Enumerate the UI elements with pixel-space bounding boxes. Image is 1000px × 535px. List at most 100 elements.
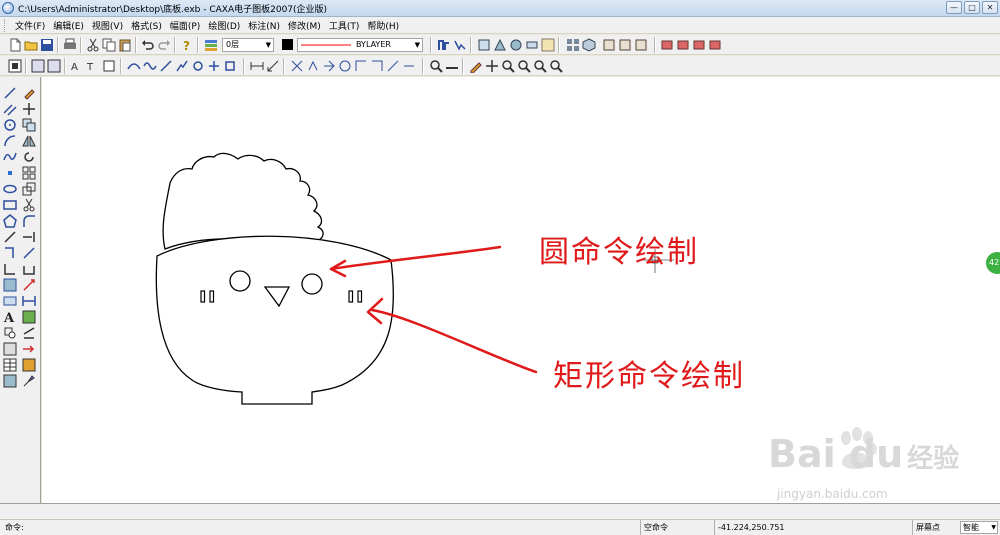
- block-icon[interactable]: [3, 326, 17, 340]
- modify-icon[interactable]: [370, 59, 384, 73]
- curve-icon[interactable]: [175, 59, 189, 73]
- text-icon[interactable]: A: [3, 310, 17, 324]
- insert-icon[interactable]: [3, 342, 17, 356]
- property-icon[interactable]: [22, 358, 36, 372]
- library-icon[interactable]: [566, 38, 580, 52]
- parallel-line-icon[interactable]: [3, 102, 17, 116]
- drawing-tool-icon[interactable]: [509, 38, 523, 52]
- zoom-icon[interactable]: [533, 59, 547, 73]
- linetype-select[interactable]: BYLAYER ▼: [297, 38, 423, 52]
- minimize-button[interactable]: —: [946, 1, 962, 14]
- mirror-icon[interactable]: [22, 134, 36, 148]
- table-icon[interactable]: [3, 358, 17, 372]
- curve-icon[interactable]: [159, 59, 173, 73]
- menu-tools[interactable]: 工具(T): [325, 19, 364, 32]
- maximize-button[interactable]: □: [964, 1, 980, 14]
- modify-icon[interactable]: [386, 59, 400, 73]
- point-icon[interactable]: [3, 166, 17, 180]
- drawing-tool-icon[interactable]: [477, 38, 491, 52]
- redo-icon[interactable]: [157, 38, 171, 52]
- spline-icon[interactable]: [3, 150, 17, 164]
- brush-icon[interactable]: [22, 374, 36, 388]
- menu-sheet[interactable]: 幅面(P): [166, 19, 204, 32]
- drawing-tool-icon[interactable]: [525, 38, 539, 52]
- zoom-icon[interactable]: [429, 59, 443, 73]
- snap-mode-select[interactable]: 智能 ▼: [960, 521, 998, 534]
- cut-icon[interactable]: [86, 38, 100, 52]
- arc-icon[interactable]: [3, 134, 17, 148]
- curve-icon[interactable]: [223, 59, 237, 73]
- curve-icon[interactable]: [143, 59, 157, 73]
- layer-icon[interactable]: [204, 38, 218, 52]
- module-icon[interactable]: [676, 38, 690, 52]
- polygon-icon[interactable]: [3, 214, 17, 228]
- text-style-icon[interactable]: A: [70, 59, 84, 73]
- new-file-icon[interactable]: [8, 38, 22, 52]
- print-icon[interactable]: [63, 38, 77, 52]
- drawing-canvas[interactable]: 圆命令绘制 矩形命令绘制 42 Bai du 经验 jingyan.baidu.c…: [42, 77, 1000, 503]
- rectangle-icon[interactable]: [3, 198, 17, 212]
- ellipse-icon[interactable]: [3, 182, 17, 196]
- curve-icon[interactable]: [207, 59, 221, 73]
- curve-icon[interactable]: [191, 59, 205, 73]
- symbol-icon[interactable]: [602, 38, 616, 52]
- eraser-icon[interactable]: [22, 86, 36, 100]
- zoom-icon[interactable]: [549, 59, 563, 73]
- dimension-icon[interactable]: [250, 59, 264, 73]
- rotate-icon[interactable]: [22, 150, 36, 164]
- break-icon[interactable]: [22, 246, 36, 260]
- pen-icon[interactable]: [469, 59, 483, 73]
- menu-view[interactable]: 视图(V): [88, 19, 127, 32]
- snap-icon[interactable]: [437, 38, 451, 52]
- curve-icon[interactable]: [127, 59, 141, 73]
- equidistant-line-icon[interactable]: [3, 246, 17, 260]
- menu-modify[interactable]: 修改(M): [284, 19, 325, 32]
- menu-help[interactable]: 帮助(H): [363, 19, 403, 32]
- drawing-tool-icon[interactable]: [541, 38, 555, 52]
- image-icon[interactable]: [3, 374, 17, 388]
- line-icon[interactable]: [3, 86, 17, 100]
- pan-icon[interactable]: [485, 59, 499, 73]
- drawing-tool-icon[interactable]: [493, 38, 507, 52]
- point-icon[interactable]: [453, 38, 467, 52]
- measure-icon[interactable]: [445, 59, 459, 73]
- dimension-icon[interactable]: [266, 59, 280, 73]
- cube-icon[interactable]: [582, 38, 596, 52]
- paste-icon[interactable]: [118, 38, 132, 52]
- layer-select[interactable]: 0层 ▼: [222, 38, 274, 52]
- symbol-icon[interactable]: [618, 38, 632, 52]
- modify-icon[interactable]: [322, 59, 336, 73]
- open-folder-icon[interactable]: [24, 38, 38, 52]
- symbol-icon[interactable]: [634, 38, 648, 52]
- arrow-icon[interactable]: [22, 342, 36, 356]
- menu-format[interactable]: 格式(S): [127, 19, 166, 32]
- circle-icon[interactable]: [3, 118, 17, 132]
- explode-icon[interactable]: [22, 278, 36, 292]
- modify-icon[interactable]: [338, 59, 352, 73]
- modify-icon[interactable]: [402, 59, 416, 73]
- trim-icon[interactable]: [22, 198, 36, 212]
- fill-icon[interactable]: [3, 294, 17, 308]
- module-icon[interactable]: [708, 38, 722, 52]
- edit-icon[interactable]: [22, 326, 36, 340]
- copy-icon[interactable]: [102, 38, 116, 52]
- menu-edit[interactable]: 编辑(E): [49, 19, 88, 32]
- help-icon[interactable]: ?: [180, 38, 194, 52]
- modify-icon[interactable]: [306, 59, 320, 73]
- save-icon[interactable]: [40, 38, 54, 52]
- copy-object-icon[interactable]: [22, 118, 36, 132]
- modify-icon[interactable]: [354, 59, 368, 73]
- move-icon[interactable]: [22, 102, 36, 116]
- zoom-icon[interactable]: [517, 59, 531, 73]
- menu-dimension[interactable]: 标注(N): [244, 19, 284, 32]
- close-button[interactable]: ✕: [982, 1, 998, 14]
- command-line[interactable]: [0, 503, 1000, 520]
- menu-draw[interactable]: 绘图(D): [204, 19, 244, 32]
- text-style-icon[interactable]: [102, 59, 116, 73]
- fillet-icon[interactable]: [22, 214, 36, 228]
- modify-icon[interactable]: [290, 59, 304, 73]
- module-icon[interactable]: [660, 38, 674, 52]
- centerline-icon[interactable]: [3, 230, 17, 244]
- hatch-icon[interactable]: [3, 278, 17, 292]
- chamfer-icon[interactable]: [22, 310, 36, 324]
